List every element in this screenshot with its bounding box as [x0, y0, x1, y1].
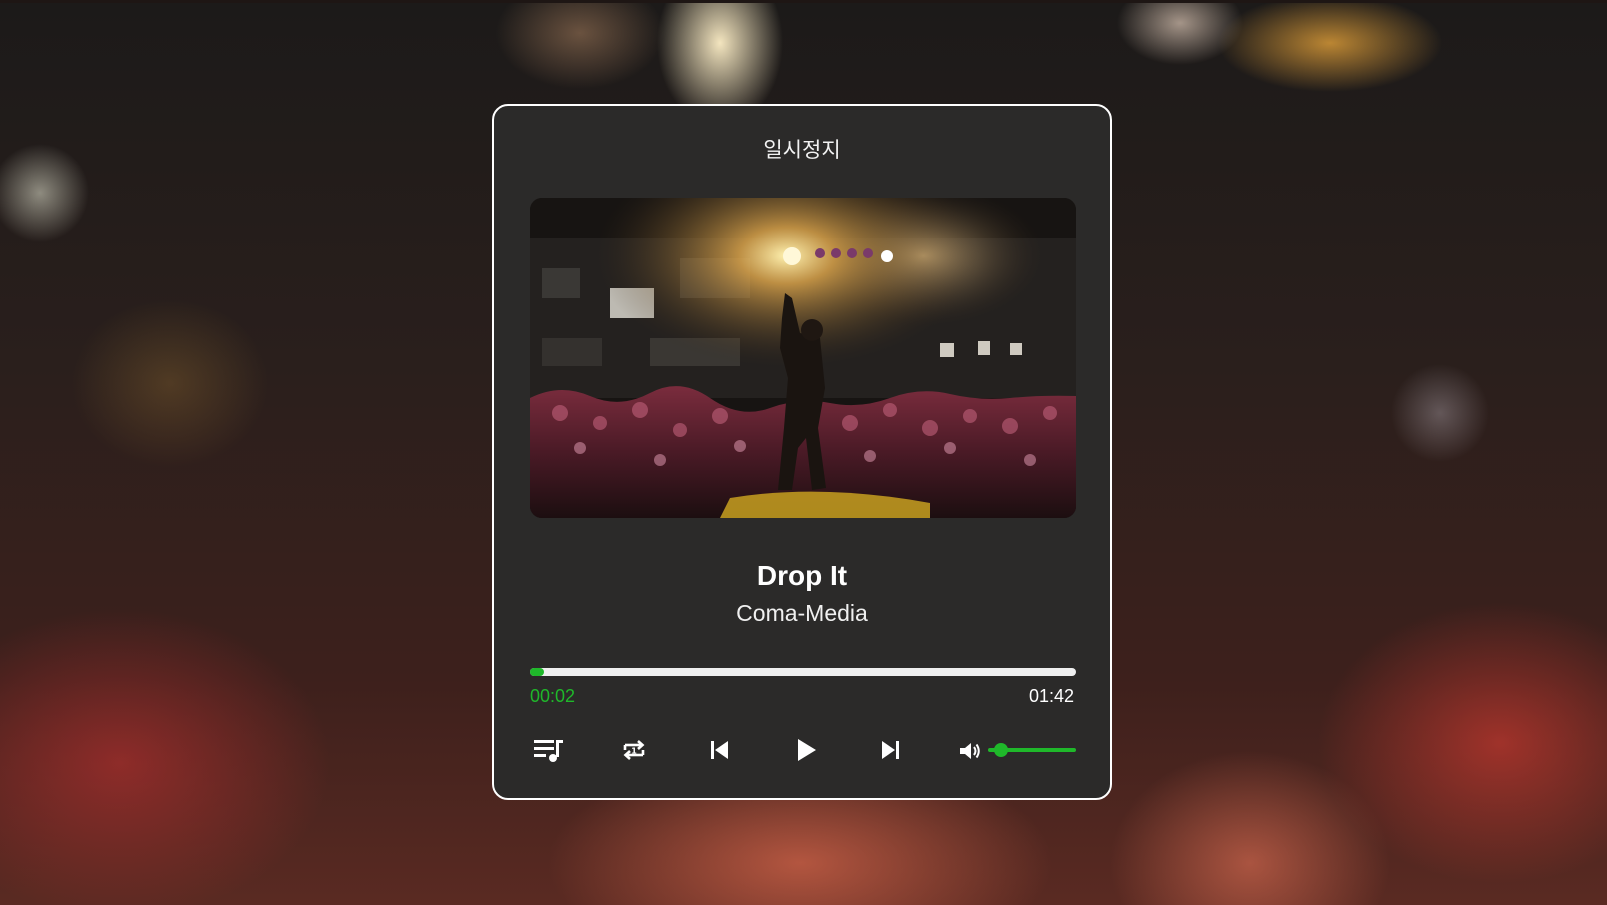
track-artist: Coma-Media: [736, 600, 868, 626]
play-button[interactable]: [786, 730, 826, 770]
current-time: 00:02: [530, 686, 576, 706]
volume-icon[interactable]: [958, 740, 982, 762]
next-track-button[interactable]: [870, 730, 910, 770]
track-title: Drop It: [756, 560, 848, 591]
total-time: 01:42: [1028, 686, 1074, 706]
previous-track-button[interactable]: [700, 730, 740, 770]
music-player-card: 일시정지 Drop It Coma-Media 00:02 01:42 1: [492, 104, 1112, 800]
repeat-one-icon: 1: [623, 740, 645, 760]
play-icon: [798, 739, 816, 761]
volume-slider-handle[interactable]: [994, 743, 1009, 757]
progress-bar[interactable]: [530, 668, 1076, 676]
playback-status-label: 일시정지: [763, 138, 841, 162]
progress-fill: [530, 668, 544, 676]
repeat-one-button[interactable]: 1: [614, 730, 654, 770]
volume-slider[interactable]: [988, 743, 1076, 757]
skip-next-icon: [882, 741, 899, 759]
playlist-button[interactable]: [528, 730, 568, 770]
skip-previous-icon: [711, 741, 728, 759]
album-cover-image: [530, 198, 1076, 518]
svg-text:1: 1: [631, 747, 637, 756]
playlist-icon: [534, 740, 563, 762]
